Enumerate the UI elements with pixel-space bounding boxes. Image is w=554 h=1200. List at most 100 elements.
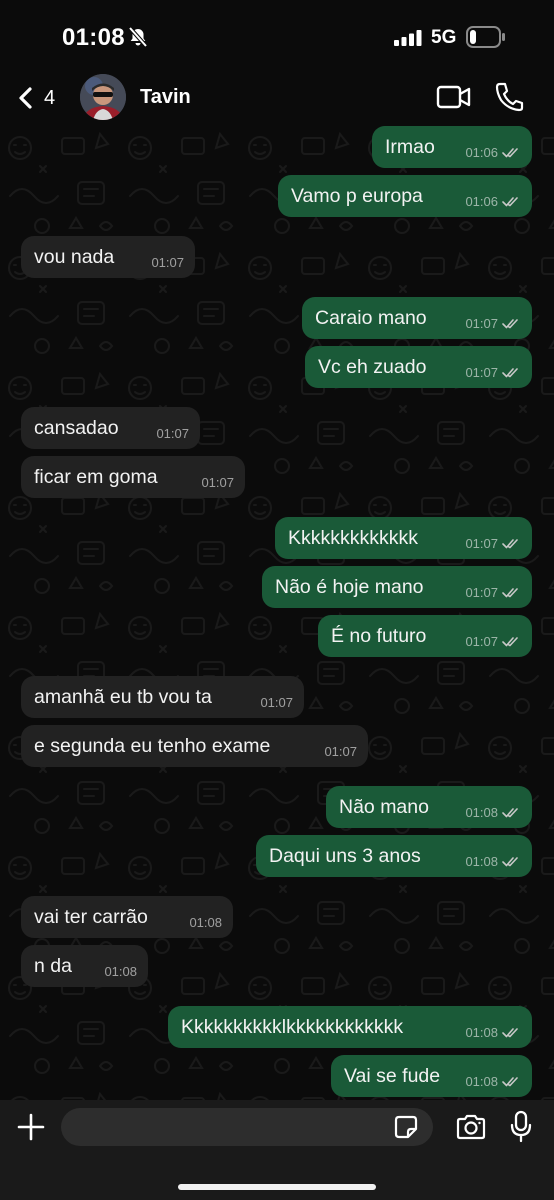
message-time: 01:08 (465, 1074, 498, 1089)
double-check-icon (502, 1028, 518, 1038)
message-input[interactable] (61, 1108, 433, 1146)
message-time: 01:07 (201, 475, 234, 490)
message-text: Não é hoje mano (275, 576, 424, 598)
message-text: n da (34, 955, 72, 977)
incoming-message[interactable]: ficar em goma 01:07 (21, 456, 245, 498)
outgoing-message[interactable]: Vai se fude 01:08 (331, 1055, 532, 1097)
avatar-photo (80, 74, 126, 120)
microphone-icon (510, 1110, 532, 1143)
attach-button[interactable] (16, 1112, 46, 1147)
message-time: 01:07 (465, 585, 498, 600)
home-indicator[interactable] (178, 1184, 376, 1190)
message-time: 01:08 (104, 964, 137, 979)
contact-name[interactable]: Tavin (140, 86, 191, 109)
message-text: amanhã eu tb vou ta (34, 686, 212, 708)
outgoing-message[interactable]: Vamo p europa 01:06 (278, 175, 532, 217)
message-text: Vc eh zuado (318, 356, 427, 378)
double-check-icon (502, 368, 518, 378)
message-text: Vai se fude (344, 1065, 441, 1087)
message-text: Kkkkkkkkkkkkk (288, 527, 419, 549)
outgoing-message[interactable]: Não é hoje mano 01:07 (262, 566, 532, 608)
message-meta: 01:07 (465, 536, 521, 551)
incoming-message[interactable]: vou nada 01:07 (21, 236, 195, 278)
message-meta: 01:07 (151, 255, 184, 270)
status-bar: 01:08 5G (0, 0, 554, 70)
message-time: 01:07 (260, 695, 293, 710)
message-text: vou nada (34, 246, 115, 268)
signal-bars-icon (394, 30, 422, 46)
double-check-icon (502, 857, 518, 867)
message-time: 01:07 (156, 426, 189, 441)
input-bar (0, 1100, 554, 1200)
message-time: 01:08 (465, 805, 498, 820)
double-check-icon (502, 148, 518, 158)
message-time: 01:06 (465, 194, 498, 209)
message-text: cansadao (34, 417, 119, 439)
outgoing-message[interactable]: Não mano 01:08 (326, 786, 532, 828)
double-check-icon (502, 1077, 518, 1087)
chat-header: 4 Tavin (0, 70, 554, 126)
avatar[interactable] (80, 74, 126, 120)
message-meta: 01:08 (104, 964, 137, 979)
message-text: Irmao (385, 136, 435, 158)
incoming-message[interactable]: cansadao 01:07 (21, 407, 200, 449)
voice-record-button[interactable] (509, 1110, 533, 1149)
double-check-icon (502, 588, 518, 598)
message-time: 01:08 (465, 1025, 498, 1040)
message-meta: 01:08 (465, 805, 521, 820)
video-call-button[interactable] (436, 84, 472, 115)
message-time: 01:08 (465, 854, 498, 869)
sticker-button[interactable] (394, 1115, 418, 1144)
outgoing-message[interactable]: Vc eh zuado 01:07 (305, 346, 532, 388)
message-text: Kkkkkkkkkklkkkkkkkkkkkk (181, 1016, 404, 1038)
message-text: Daqui uns 3 anos (269, 845, 421, 867)
outgoing-message[interactable]: Kkkkkkkkkklkkkkkkkkkkkk 01:08 (168, 1006, 532, 1048)
message-text: É no futuro (331, 625, 427, 647)
message-text: Vamo p europa (291, 185, 423, 207)
message-meta: 01:07 (324, 744, 357, 759)
message-meta: 01:07 (156, 426, 189, 441)
unread-count: 4 (44, 87, 56, 109)
sticker-icon (394, 1115, 418, 1139)
message-meta: 01:07 (465, 365, 521, 380)
outgoing-message[interactable]: Irmao 01:06 (372, 126, 532, 168)
message-meta: 01:08 (465, 854, 521, 869)
message-meta: 01:07 (465, 585, 521, 600)
message-text: ficar em goma (34, 466, 158, 488)
message-time: 01:07 (465, 536, 498, 551)
camera-button[interactable] (455, 1113, 487, 1146)
double-check-icon (502, 637, 518, 647)
message-time: 01:06 (465, 145, 498, 160)
message-meta: 01:07 (465, 316, 521, 331)
voice-call-button[interactable] (494, 81, 524, 118)
camera-icon (456, 1114, 486, 1140)
double-check-icon (502, 319, 518, 329)
outgoing-message[interactable]: É no futuro 01:07 (318, 615, 532, 657)
outgoing-message[interactable]: Caraio mano 01:07 (302, 297, 532, 339)
message-meta: 01:07 (201, 475, 234, 490)
message-text: vai ter carrão (34, 906, 148, 928)
outgoing-message[interactable]: Kkkkkkkkkkkkk 01:07 (275, 517, 532, 559)
double-check-icon (502, 197, 518, 207)
incoming-message[interactable]: vai ter carrão 01:08 (21, 896, 233, 938)
message-meta: 01:06 (465, 194, 521, 209)
message-meta: 01:07 (465, 634, 521, 649)
incoming-message[interactable]: e segunda eu tenho exame 01:07 (21, 725, 368, 767)
incoming-message[interactable]: amanhã eu tb vou ta 01:07 (21, 676, 304, 718)
message-meta: 01:08 (465, 1025, 521, 1040)
outgoing-message[interactable]: Daqui uns 3 anos 01:08 (256, 835, 532, 877)
bell-slash-icon (128, 26, 148, 48)
message-text: Caraio mano (315, 307, 427, 329)
message-meta: 01:08 (465, 1074, 521, 1089)
message-time: 01:07 (465, 365, 498, 380)
message-list[interactable]: Irmao 01:06 Vamo p europa 01:06 vou nada 01:0… (0, 126, 554, 1100)
status-time: 01:08 (62, 24, 125, 51)
double-check-icon (502, 808, 518, 818)
message-time: 01:07 (151, 255, 184, 270)
video-camera-icon (436, 85, 471, 109)
message-time: 01:07 (324, 744, 357, 759)
incoming-message[interactable]: n da 01:08 (21, 945, 148, 987)
message-text: Não mano (339, 796, 429, 818)
message-text: e segunda eu tenho exame (34, 735, 271, 757)
message-time: 01:07 (465, 634, 498, 649)
